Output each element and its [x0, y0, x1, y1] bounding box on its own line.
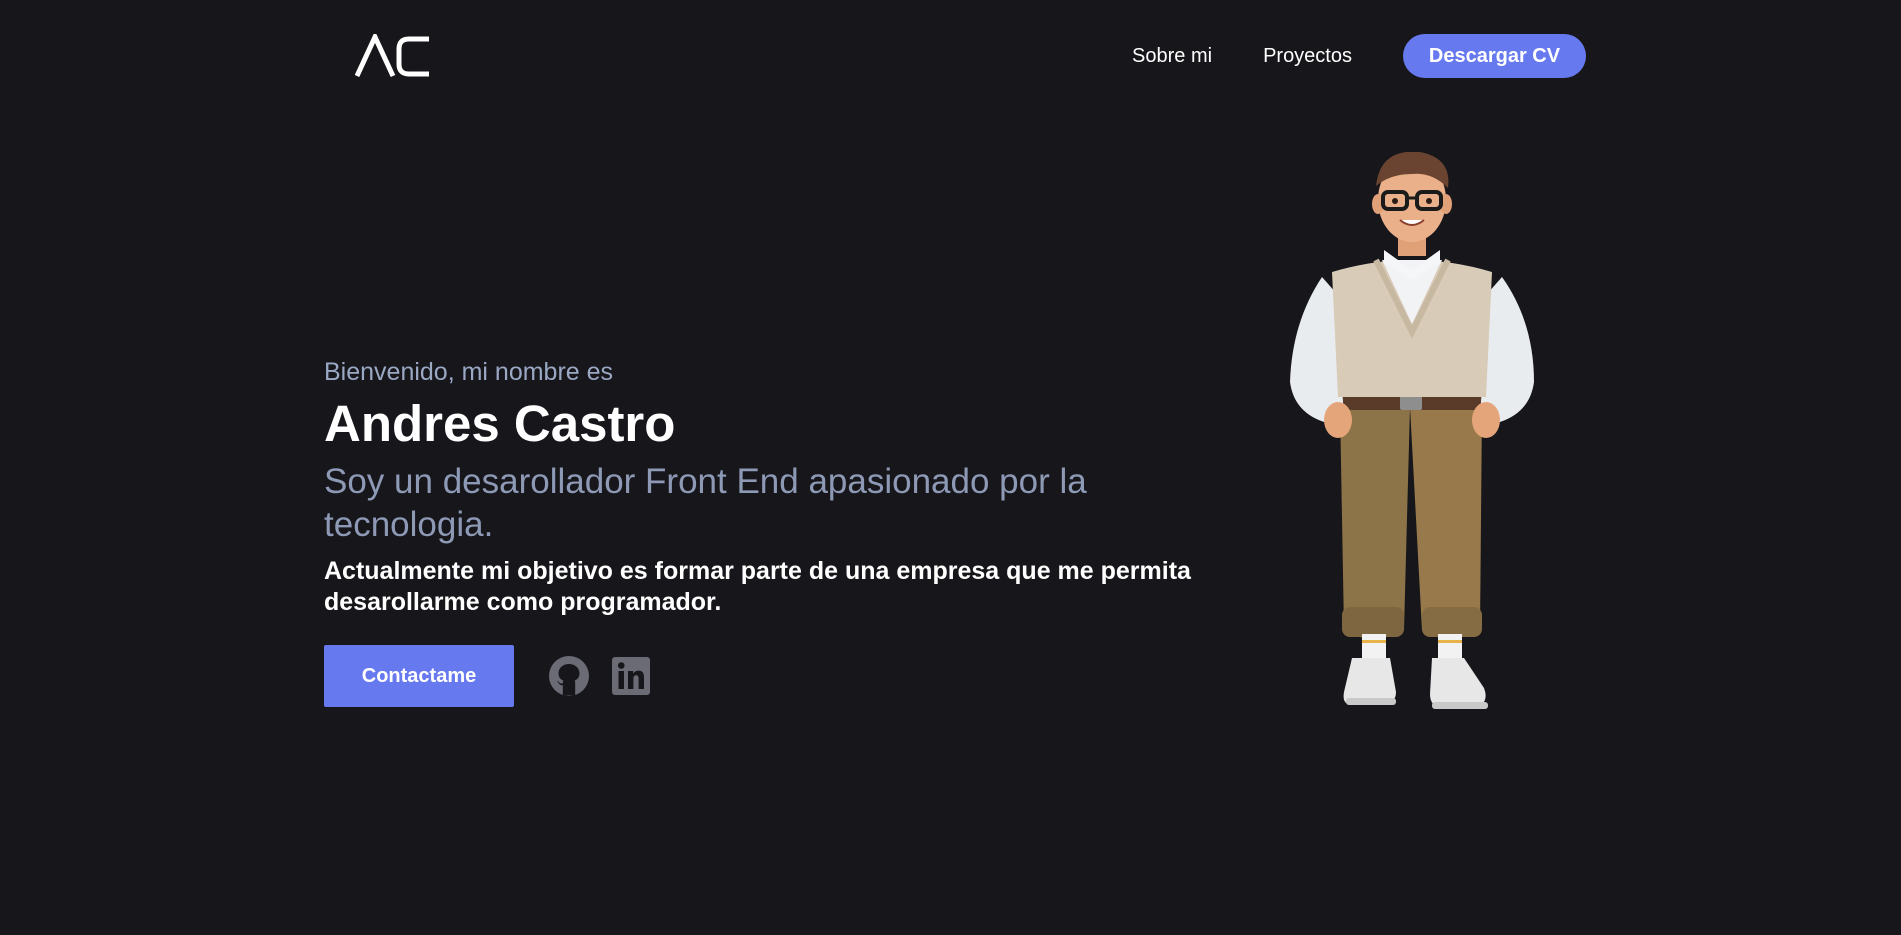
- hero-actions: Contactame: [324, 645, 1284, 707]
- hero-section: Bienvenido, mi nombre es Andres Castro S…: [324, 356, 1284, 707]
- hero-tagline: Soy un desarollador Front End apasionado…: [324, 462, 1087, 544]
- hero-name: Andres Castro: [324, 395, 676, 452]
- portfolio-page: Sobre mi Proyectos Descargar CV Bienveni…: [0, 0, 1901, 935]
- nav-link-about[interactable]: Sobre mi: [1132, 45, 1212, 68]
- logo[interactable]: [354, 31, 433, 78]
- github-icon: [549, 656, 589, 696]
- top-nav: Sobre mi Proyectos Descargar CV: [1132, 34, 1586, 78]
- hero-greeting: Bienvenido, mi nombre es: [324, 358, 614, 386]
- person-illustration-icon: [1290, 151, 1534, 709]
- linkedin-link[interactable]: [610, 655, 652, 697]
- logo-mark-icon: [354, 31, 429, 78]
- nav-link-projects[interactable]: Proyectos: [1263, 45, 1352, 68]
- github-link[interactable]: [548, 655, 590, 697]
- linkedin-icon: [612, 657, 650, 695]
- hero-objective: Actualmente mi objetivo es formar parte …: [324, 557, 1191, 616]
- download-cv-button[interactable]: Descargar CV: [1403, 34, 1586, 78]
- contact-button[interactable]: Contactame: [324, 645, 514, 707]
- avatar-illustration: [1272, 151, 1552, 862]
